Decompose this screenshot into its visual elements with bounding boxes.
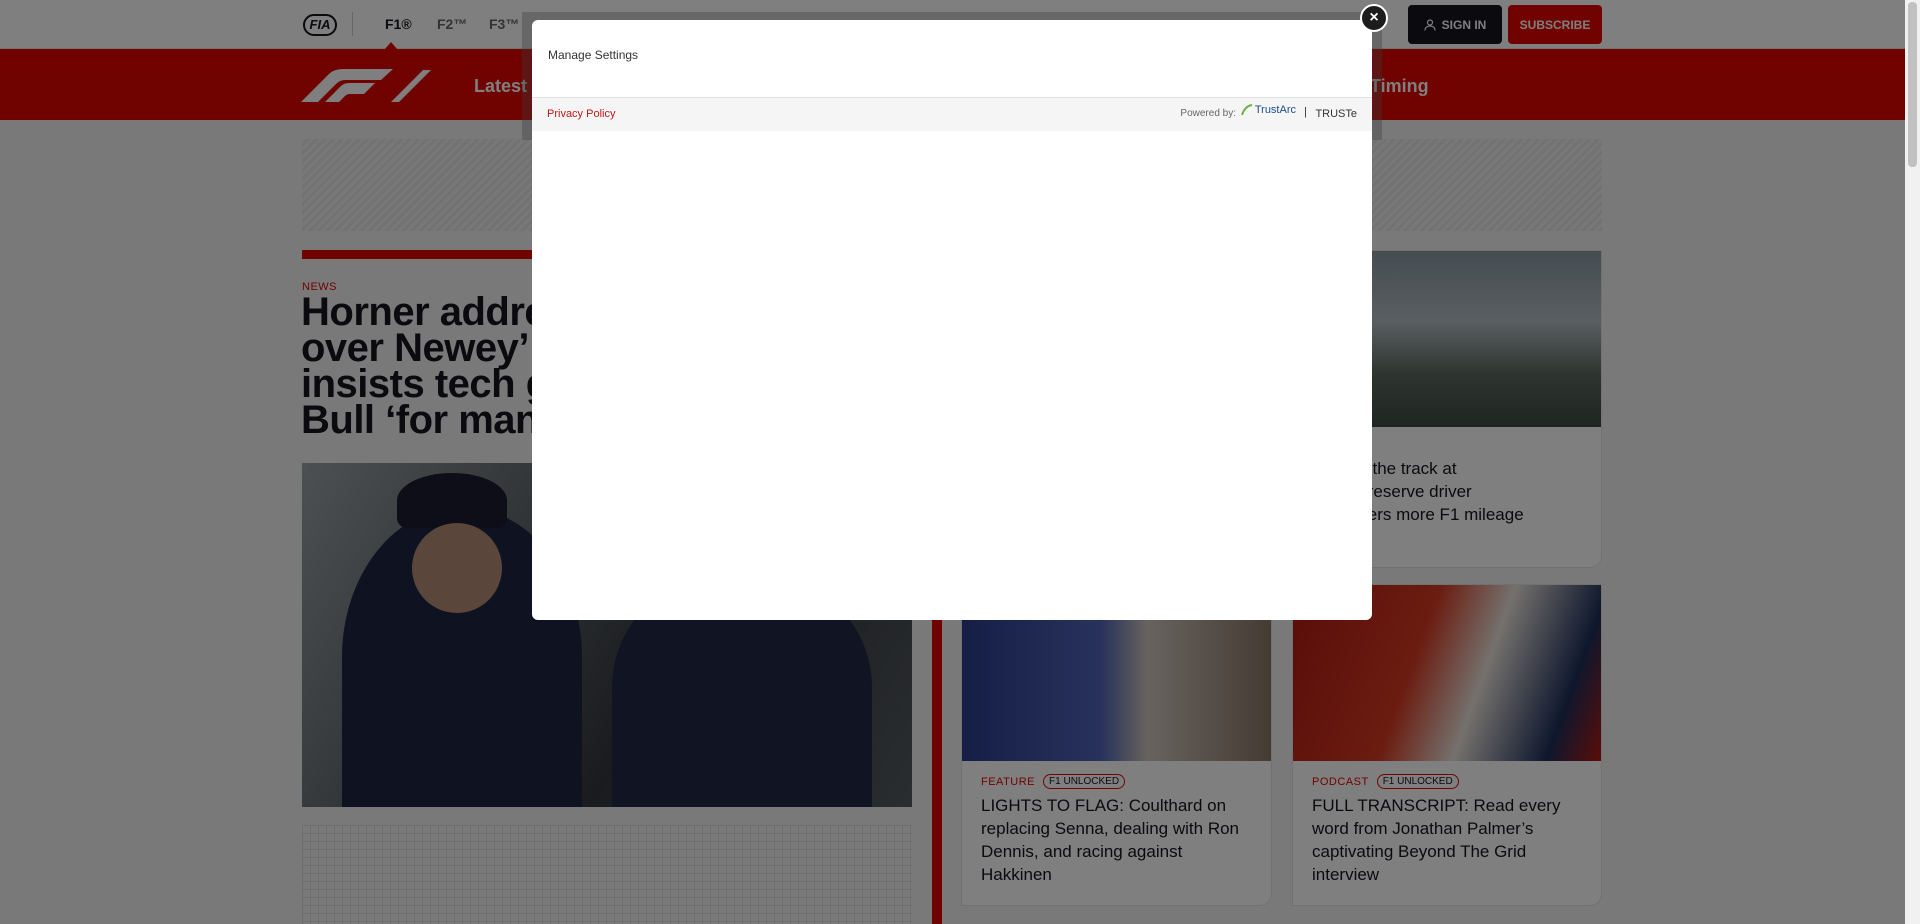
page: FIA F1® F2™ F3™ SIGN IN SUBSCRIBE Latest…: [0, 0, 1920, 924]
scrollbar-thumb[interactable]: [1908, 2, 1917, 167]
close-icon[interactable]: ×: [1360, 4, 1388, 32]
trustarc-logo[interactable]: TrustArc: [1240, 104, 1296, 116]
powered-by-label: Powered by:: [1180, 108, 1236, 119]
vertical-scrollbar[interactable]: [1905, 0, 1920, 924]
privacy-policy-link[interactable]: Privacy Policy: [547, 108, 615, 120]
trustarc-label: TrustArc: [1254, 104, 1296, 116]
logo-separator: |: [1304, 106, 1307, 118]
modal-title: Manage Settings: [548, 48, 639, 62]
truste-label: TRUSTe: [1315, 108, 1357, 120]
modal-footer: Privacy Policy Powered by: TrustArc | TR…: [532, 97, 1372, 131]
trustarc-swoosh-icon: [1240, 104, 1253, 116]
consent-modal: Manage Settings Privacy Policy Powered b…: [532, 20, 1372, 620]
